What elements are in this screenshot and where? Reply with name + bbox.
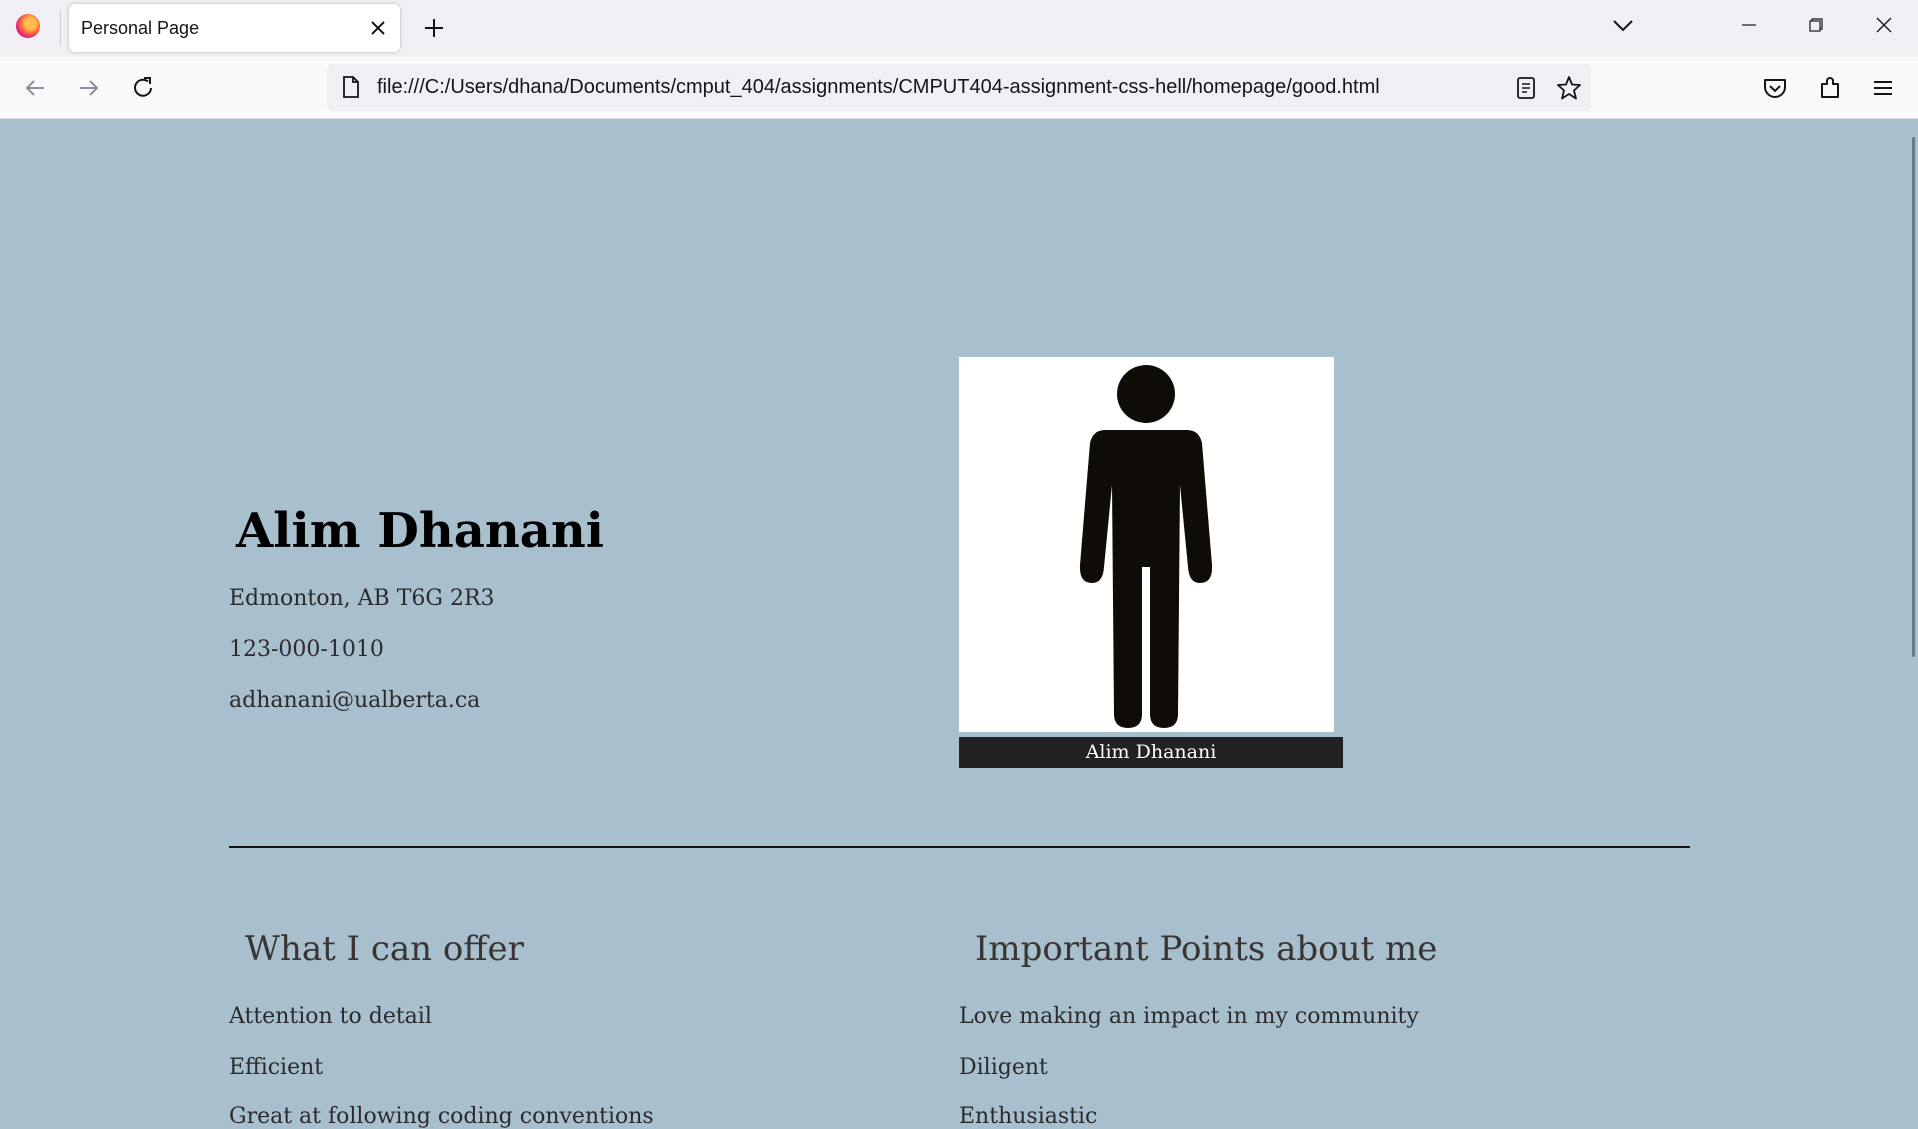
reader-view-icon[interactable] bbox=[1513, 75, 1539, 101]
profile-address: Edmonton, AB T6G 2R3 bbox=[229, 586, 495, 611]
profile-phone: 123-000-1010 bbox=[229, 637, 384, 662]
tab-strip: Personal Page bbox=[0, 0, 1918, 57]
person-silhouette-icon bbox=[1079, 365, 1213, 728]
page-content: Alim Dhanani Edmonton, AB T6G 2R3 123-00… bbox=[0, 119, 1918, 1129]
offer-item: Efficient bbox=[229, 1055, 324, 1080]
points-item: Enthusiastic bbox=[959, 1104, 1098, 1129]
profile-photo bbox=[959, 357, 1334, 732]
url-text[interactable]: file:///C:/Users/dhana/Documents/cmput_4… bbox=[377, 76, 1380, 99]
url-bar[interactable]: file:///C:/Users/dhana/Documents/cmput_4… bbox=[327, 64, 1591, 111]
tab-personal-page[interactable]: Personal Page bbox=[69, 4, 400, 52]
back-arrow-icon[interactable] bbox=[20, 73, 50, 103]
close-icon[interactable] bbox=[366, 16, 390, 40]
tab-title: Personal Page bbox=[81, 18, 200, 38]
forward-arrow-icon[interactable] bbox=[74, 73, 104, 103]
points-item: Diligent bbox=[959, 1055, 1048, 1080]
firefox-logo-icon[interactable] bbox=[16, 14, 40, 38]
section-divider bbox=[229, 846, 1690, 848]
scrollbar-thumb[interactable] bbox=[1912, 137, 1915, 657]
restore-icon[interactable] bbox=[1798, 10, 1834, 40]
extensions-icon[interactable] bbox=[1815, 73, 1845, 103]
profile-name-heading: Alim Dhanani bbox=[236, 503, 604, 559]
chevron-down-icon[interactable] bbox=[1607, 12, 1639, 40]
photo-caption: Alim Dhanani bbox=[959, 737, 1343, 768]
hamburger-menu-icon[interactable] bbox=[1868, 73, 1898, 103]
offer-item: Attention to detail bbox=[229, 1004, 432, 1029]
close-window-icon[interactable] bbox=[1866, 10, 1902, 40]
plus-icon[interactable] bbox=[418, 12, 450, 44]
reload-icon[interactable] bbox=[128, 73, 158, 103]
offer-item: Great at following coding conventions bbox=[229, 1104, 654, 1129]
tab-divider bbox=[60, 10, 61, 46]
profile-email: adhanani@ualberta.ca bbox=[229, 688, 481, 713]
navigation-toolbar: file:///C:/Users/dhana/Documents/cmput_4… bbox=[0, 57, 1918, 119]
star-icon[interactable] bbox=[1555, 74, 1583, 102]
points-item: Love making an impact in my community bbox=[959, 1004, 1419, 1029]
offer-heading: What I can offer bbox=[245, 929, 524, 969]
points-heading: Important Points about me bbox=[975, 929, 1438, 969]
minimize-icon[interactable] bbox=[1731, 10, 1767, 40]
pocket-icon[interactable] bbox=[1760, 73, 1790, 103]
page-icon bbox=[343, 76, 359, 98]
